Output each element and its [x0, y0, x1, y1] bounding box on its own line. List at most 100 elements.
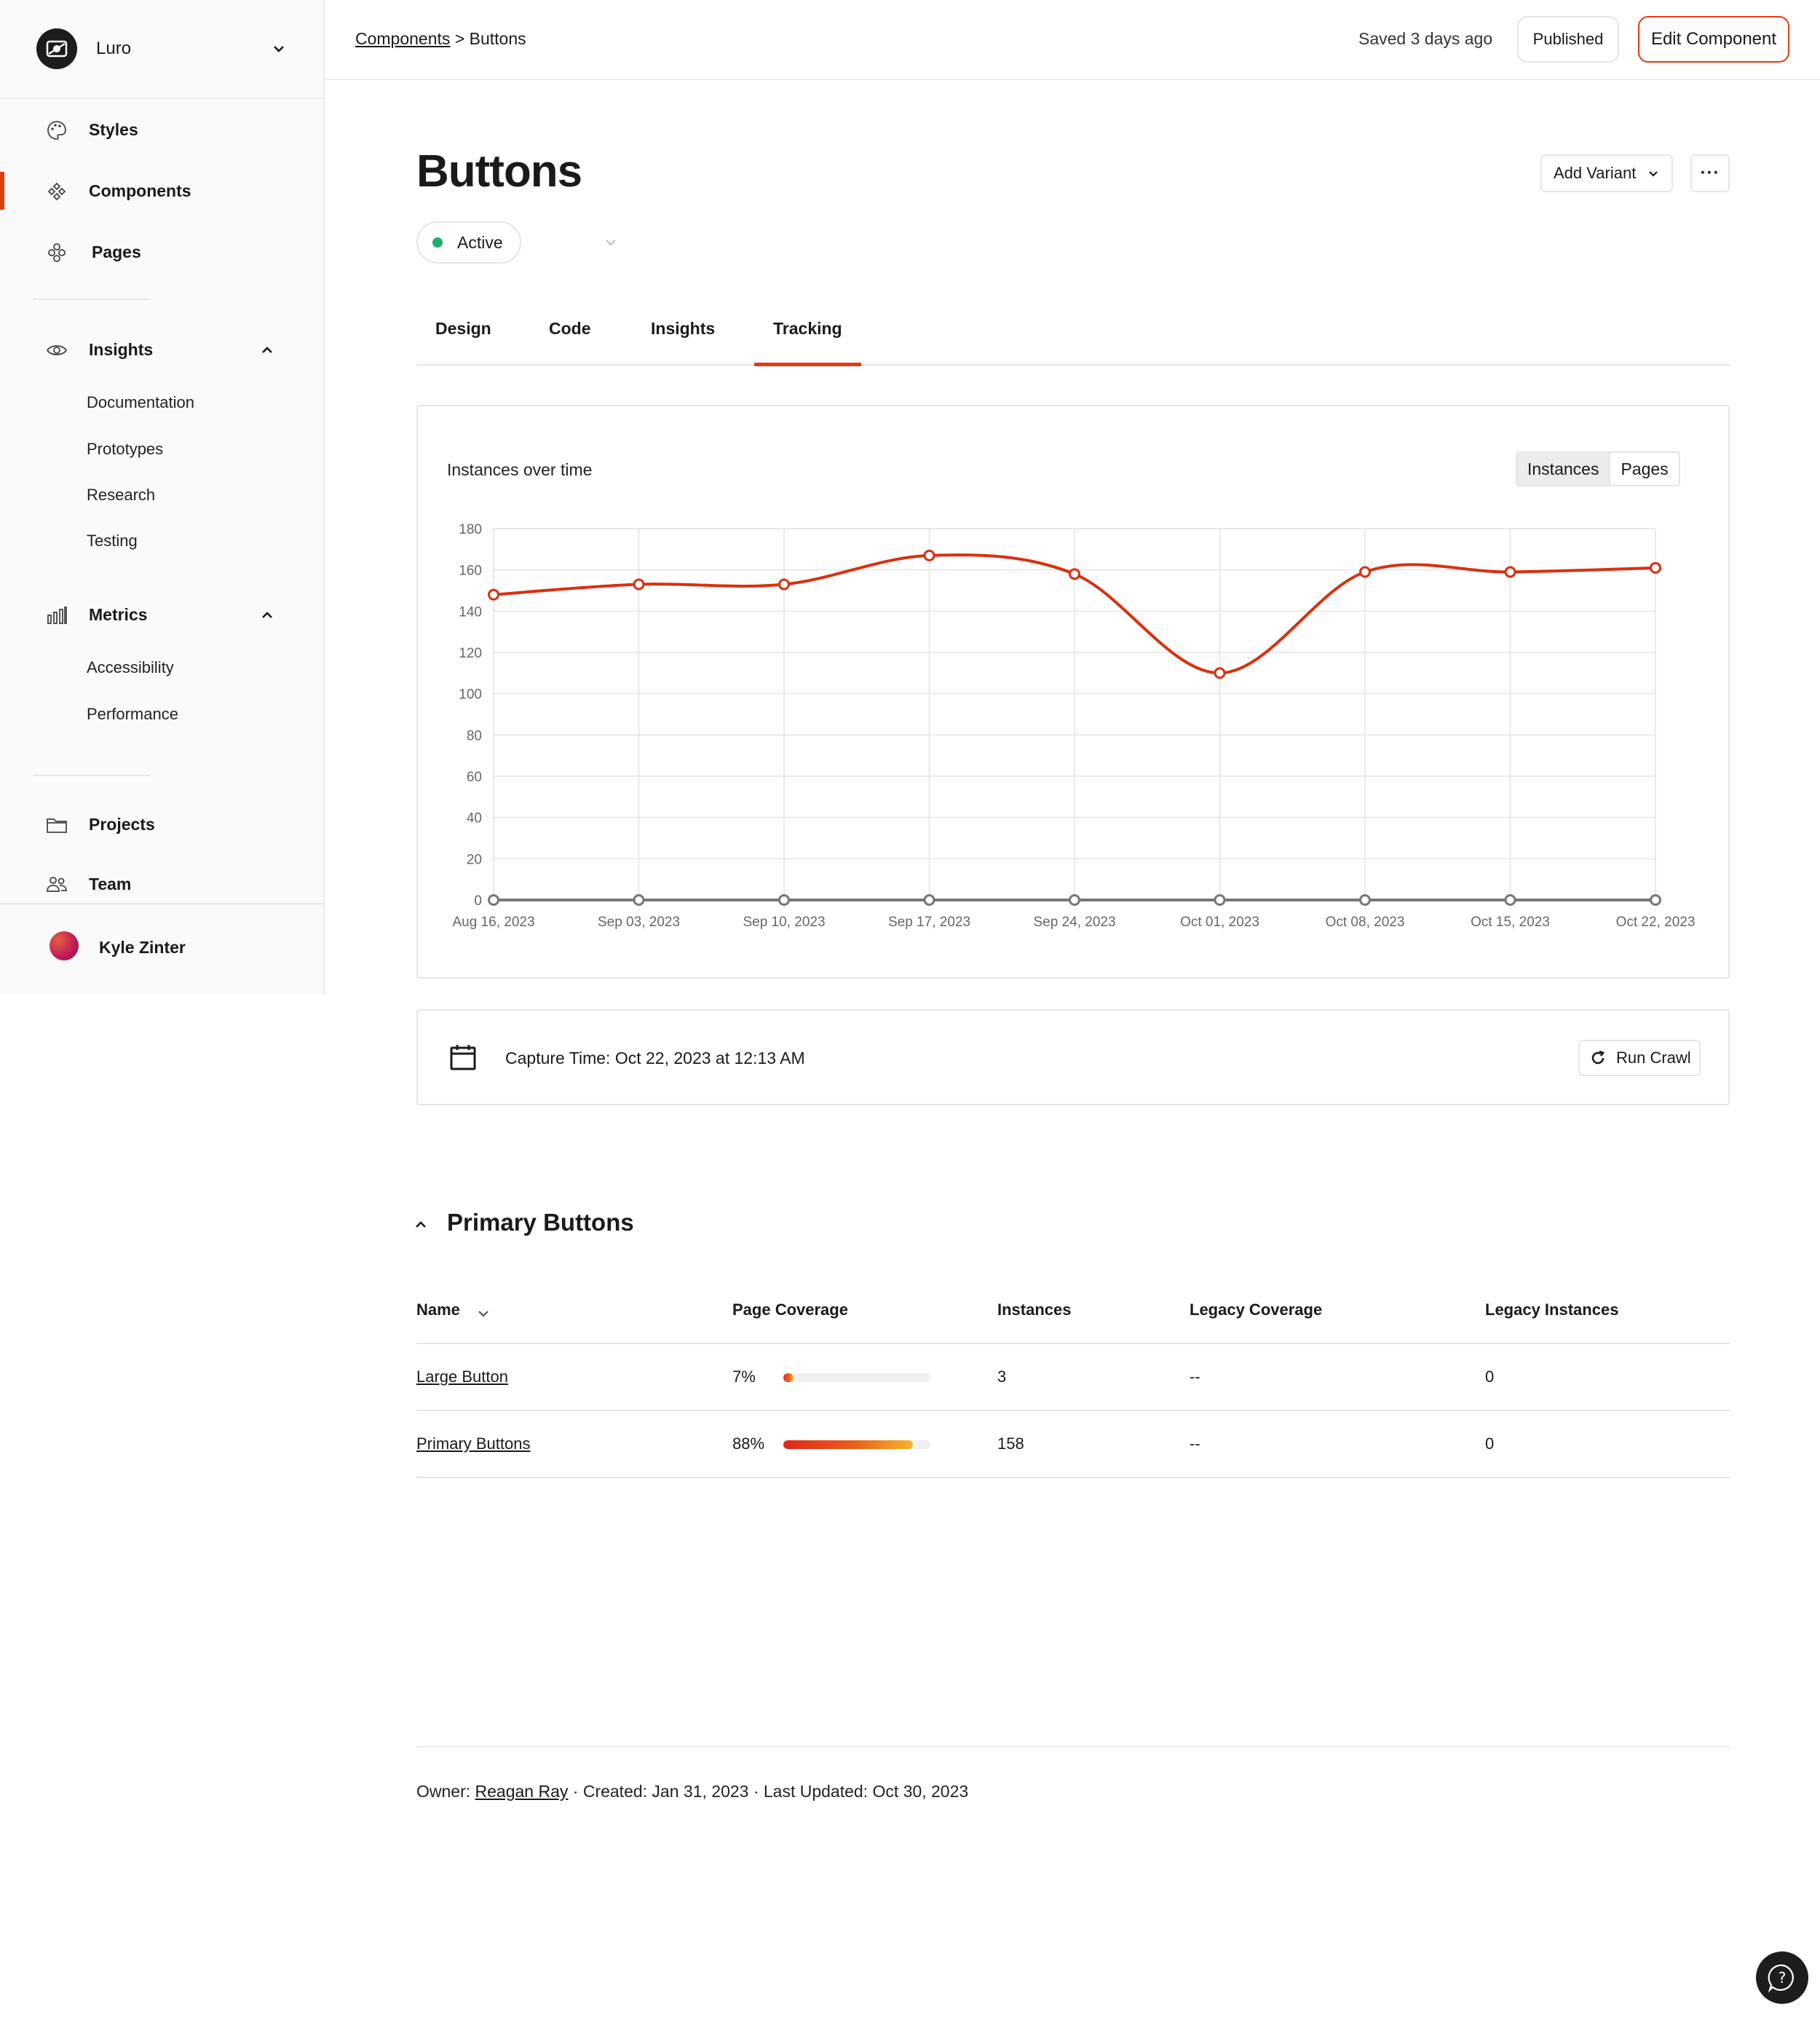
sidebar-item-accessibility[interactable]: Accessibility — [87, 658, 174, 677]
data-point — [1504, 894, 1516, 906]
user-profile[interactable]: Kyle Zinter — [0, 903, 323, 995]
nav-item-styles[interactable]: Styles — [0, 108, 323, 151]
data-point — [1359, 566, 1371, 578]
column-header-legacy-coverage: Legacy Coverage — [1190, 1300, 1323, 1319]
avatar — [50, 931, 79, 960]
top-bar: Components > Buttons Saved 3 days ago Pu… — [325, 0, 1820, 80]
chart-toggle: Instances Pages — [1516, 451, 1680, 486]
x-tick-label: Sep 17, 2023 — [888, 915, 970, 930]
sidebar-item-testing[interactable]: Testing — [87, 532, 138, 550]
nav-label-components: Components — [89, 181, 191, 200]
data-point — [1069, 568, 1080, 580]
sidebar-item-research[interactable]: Research — [87, 486, 155, 505]
data-point — [1650, 894, 1661, 906]
app-root: Luro Styles Components Pages Insights Do… — [0, 0, 1820, 2017]
data-point — [1069, 894, 1080, 906]
sidebar-item-performance[interactable]: Performance — [87, 705, 178, 724]
row-name: Large Button — [416, 1367, 508, 1386]
eye-icon — [46, 345, 68, 355]
data-point — [633, 894, 645, 906]
workspace-switcher[interactable]: Luro — [0, 0, 323, 99]
section-title: Primary Buttons — [447, 1209, 634, 1236]
y-tick-label: 100 — [459, 687, 482, 703]
footer-meta: Owner: Reagan Ray · Created: Jan 31, 202… — [416, 1782, 968, 1801]
x-tick-label: Oct 15, 2023 — [1471, 915, 1550, 930]
capture-bar: Capture Time: Oct 22, 2023 at 12:13 AM R… — [416, 1009, 1730, 1105]
row-name-link[interactable]: Primary Buttons — [416, 1434, 531, 1453]
chevron-down-icon — [1649, 171, 1658, 177]
nav-section-insights[interactable]: Insights — [0, 328, 323, 371]
published-button[interactable]: Published — [1517, 16, 1619, 63]
row-name-link[interactable]: Large Button — [416, 1367, 508, 1386]
owner-link[interactable]: Reagan Ray — [475, 1782, 569, 1801]
row-legacy-coverage: -- — [1190, 1367, 1200, 1386]
table-row: Large Button 7% 3 -- 0 — [416, 1344, 1730, 1411]
data-point — [1650, 561, 1661, 574]
x-tick-label: Sep 24, 2023 — [1033, 915, 1115, 930]
status-dot — [432, 237, 443, 248]
chart-card: Instances over time Instances Pages 0 20 4… — [416, 405, 1730, 979]
x-tick-label: Oct 01, 2023 — [1180, 915, 1259, 930]
row-instances: 3 — [997, 1367, 1007, 1386]
table-header-row: Name Page Coverage Instances Legacy Cove… — [416, 1284, 1730, 1344]
status-label: Active — [457, 232, 503, 252]
chevron-up-icon — [262, 612, 272, 618]
add-variant-button[interactable]: Add Variant — [1540, 154, 1673, 192]
sidebar-item-documentation[interactable]: Documentation — [87, 393, 194, 412]
toggle-pages[interactable]: Pages — [1609, 453, 1679, 485]
nav-label-styles: Styles — [89, 119, 138, 139]
tab-code[interactable]: Code — [549, 319, 591, 339]
edit-component-button[interactable]: Edit Component — [1638, 16, 1789, 63]
y-tick-label: 180 — [459, 522, 482, 537]
status-select[interactable]: Active — [416, 221, 521, 264]
breadcrumb-link-components[interactable]: Components — [355, 29, 450, 48]
nav-label-metrics: Metrics — [89, 604, 148, 624]
x-tick-label: Oct 22, 2023 — [1616, 915, 1696, 930]
svg-text:?: ? — [1779, 1969, 1787, 1986]
chevron-up-icon[interactable] — [414, 1217, 428, 1232]
tab-insights[interactable]: Insights — [651, 319, 715, 339]
row-legacy-coverage: -- — [1190, 1434, 1200, 1453]
y-tick-label: 40 — [467, 811, 482, 826]
coverage-bar-fill — [783, 1373, 794, 1382]
nav-item-pages[interactable]: Pages — [0, 230, 323, 274]
y-tick-label: 160 — [459, 564, 482, 579]
row-legacy-instances: 0 — [1485, 1434, 1495, 1453]
column-header-legacy-instances: Legacy Instances — [1485, 1300, 1619, 1319]
nav-item-components[interactable]: Components — [0, 169, 323, 213]
column-header-name[interactable]: Name — [416, 1300, 460, 1319]
row-coverage: 88% — [732, 1434, 765, 1453]
y-tick-label: 80 — [467, 728, 482, 743]
nav-label-insights: Insights — [89, 339, 154, 359]
x-tick-label: Sep 10, 2023 — [743, 915, 825, 930]
x-tick-label: Oct 08, 2023 — [1326, 915, 1405, 930]
instances-line-chart: 0 20 40 60 80 100 120 140 160 180 Aug 16, 2023 Sep … — [452, 522, 1696, 930]
sort-chevron-icon[interactable] — [476, 1306, 491, 1321]
nav-item-projects[interactable]: Projects — [0, 802, 323, 846]
tab-design[interactable]: Design — [435, 319, 491, 339]
nav-item-team[interactable]: Team — [0, 862, 323, 906]
data-point — [923, 549, 935, 561]
help-button[interactable]: ? — [1756, 1951, 1808, 2004]
run-crawl-label: Run Crawl — [1616, 1049, 1691, 1067]
footer-divider — [416, 1746, 1730, 1748]
data-point — [778, 578, 790, 591]
chevron-down-icon — [274, 46, 284, 52]
data-point — [633, 578, 645, 591]
user-name: Kyle Zinter — [99, 938, 186, 957]
nav-label-team: Team — [89, 874, 132, 893]
row-coverage: 7% — [732, 1367, 756, 1386]
run-crawl-button[interactable]: Run Crawl — [1578, 1040, 1701, 1076]
chevron-up-icon — [262, 347, 272, 353]
tab-tracking[interactable]: Tracking — [754, 319, 861, 366]
breadcrumb-current: Buttons — [469, 29, 526, 48]
toggle-instances[interactable]: Instances — [1517, 453, 1610, 485]
sidebar-divider — [33, 299, 150, 300]
more-options-button[interactable]: ··· — [1690, 154, 1730, 192]
nav-section-metrics[interactable]: Metrics — [0, 593, 323, 636]
data-point — [1214, 894, 1226, 906]
pages-icon — [48, 243, 66, 262]
sidebar-item-prototypes[interactable]: Prototypes — [87, 440, 163, 459]
chevron-down-icon[interactable] — [603, 234, 619, 250]
row-legacy-instances: 0 — [1485, 1367, 1495, 1386]
